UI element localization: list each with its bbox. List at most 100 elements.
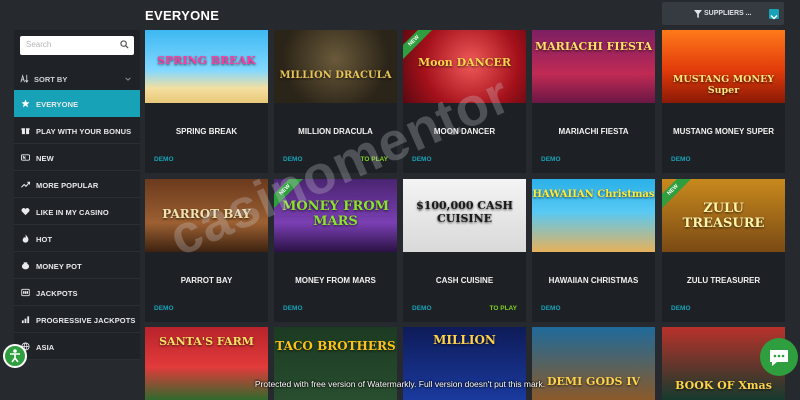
game-title: HAWAIIAN CHRISTMAS [548,276,639,285]
game-card[interactable]: MILLION [403,327,526,400]
sidebar-item-hot[interactable]: HOT [14,225,140,252]
chevron-down-icon [770,15,778,20]
chat-button[interactable] [760,338,798,376]
game-thumbnail[interactable]: MUSTANG MONEY Super [662,30,785,103]
sidebar-item-like-in-my-casino[interactable]: LIKE IN MY CASINO [14,198,140,225]
game-card[interactable]: Moon DANCER NEW MOON DANCER DEMO [403,30,526,173]
progressive-icon [21,316,30,324]
jackpot-icon [21,288,30,297]
game-logo-text: MARIACHI FIESTA [534,40,653,53]
game-thumbnail[interactable]: Moon DANCER NEW [403,30,526,103]
game-thumbnail[interactable]: SPRING BREAK [145,30,268,103]
fire-icon [22,234,29,243]
demo-link[interactable]: DEMO [283,156,303,163]
game-card[interactable]: MUSTANG MONEY Super MUSTANG MONEY SUPER DE… [662,30,785,173]
game-thumbnail[interactable]: MILLION DRACULA [274,30,397,103]
game-logo-text: $100,000 CASH CUISINE [416,199,513,225]
game-card[interactable]: SANTA'S FARM [145,327,268,400]
game-thumbnail[interactable]: $100,000 CASH CUISINE [403,179,526,252]
sidebar: Search SORT BY EVERYONE PLAY WITH YOUR BO… [14,30,140,360]
sidebar-item-label: EVERYONE [36,100,79,109]
demo-link[interactable]: DEMO [671,305,691,312]
page-title: EVERYONE [145,8,220,23]
sidebar-item-jackpots[interactable]: JACKPOTS [14,279,140,306]
demo-link[interactable]: DEMO [412,305,432,312]
sidebar-item-new[interactable]: NEW [14,144,140,171]
money-pot-icon [21,262,30,270]
game-card[interactable]: MILLION DRACULA MILLION DRACULA DEMO TO PLA… [274,30,397,173]
game-thumbnail[interactable]: ZULU TREASURE NEW [662,179,785,252]
game-title: SPRING BREAK [175,127,238,136]
game-card[interactable]: ZULU TREASURE NEW ZULU TREASURER DEMO [662,179,785,322]
game-thumbnail[interactable]: DEMI GODS IV [532,327,655,400]
game-card[interactable]: SPRING BREAK SPRING BREAK DEMO [145,30,268,173]
game-logo-text: Moon DANCER [417,56,512,69]
game-thumbnail[interactable]: HAWAIIAN Christmas [532,179,655,252]
game-artwork [274,327,397,400]
game-artwork [274,30,397,103]
sidebar-item-label: PLAY WITH YOUR BONUS [36,127,132,136]
suppliers-filter[interactable]: SUPPLIERS ... [662,2,784,25]
demo-link[interactable]: DEMO [671,156,691,163]
game-card[interactable]: DEMI GODS IV [532,327,655,400]
game-thumbnail[interactable]: MONEY FROM MARS NEW [274,179,397,252]
demo-link[interactable]: DEMO [283,305,303,312]
category-menu: EVERYONE PLAY WITH YOUR BONUS NEW MORE POPU… [14,90,140,360]
to-play-link[interactable]: TO PLAY [490,305,517,312]
game-logo-text: TACO BROTHERS [275,339,396,353]
sidebar-item-label: PROGRESSIVE JACKPOTS [36,316,136,325]
sidebar-item-progressive-jackpots[interactable]: PROGRESSIVE JACKPOTS [14,306,140,333]
game-thumbnail[interactable]: MARIACHI FIESTA [532,30,655,103]
game-card[interactable]: HAWAIIAN Christmas HAWAIIAN CHRISTMAS DEMO [532,179,655,322]
game-card[interactable]: TACO BROTHERS [274,327,397,400]
game-card[interactable]: MONEY FROM MARS NEW MONEY FROM MARS DEMO [274,179,397,322]
game-card[interactable]: MARIACHI FIESTA MARIACHI FIESTA DEMO [532,30,655,173]
search-placeholder: Search [26,40,52,49]
sidebar-item-more-popular[interactable]: MORE POPULAR [14,171,140,198]
sidebar-item-label: NEW [36,154,54,163]
demo-link[interactable]: DEMO [541,156,561,163]
game-logo-text: SANTA'S FARM [159,335,254,348]
game-thumbnail[interactable]: PARROT BAY [145,179,268,252]
trending-icon [21,181,30,188]
demo-link[interactable]: DEMO [412,156,432,163]
sidebar-item-label: ASIA [36,343,55,352]
sort-by-label: SORT BY [34,75,68,84]
demo-link[interactable]: DEMO [154,305,174,312]
sidebar-item-everyone[interactable]: EVERYONE [14,90,140,117]
game-title: MONEY FROM MARS [295,276,376,285]
sidebar-item-play-with-your-bonus[interactable]: PLAY WITH YOUR BONUS [14,117,140,144]
sidebar-item-label: HOT [36,235,53,244]
new-icon [21,154,30,161]
sidebar-item-asia[interactable]: ASIA [14,333,140,360]
game-card[interactable]: PARROT BAY PARROT BAY DEMO [145,179,268,322]
game-logo-text: MILLION [433,333,496,347]
demo-link[interactable]: DEMO [541,305,561,312]
game-thumbnail[interactable]: TACO BROTHERS [274,327,397,400]
accessibility-icon [10,349,20,363]
game-logo-text: ZULU TREASURE [682,201,765,231]
chat-icon [770,350,788,366]
game-thumbnail[interactable]: MILLION [403,327,526,400]
search-icon[interactable] [120,40,129,49]
game-logo-text: SPRING BREAK [157,54,256,67]
game-title: MARIACHI FIESTA [558,127,629,136]
accessibility-button[interactable] [3,344,27,368]
game-card[interactable]: $100,000 CASH CUISINE CASH CUISINE DEMO TO … [403,179,526,322]
suppliers-dropdown-toggle[interactable] [769,9,779,20]
game-grid: SPRING BREAK SPRING BREAK DEMO MILLION DRAC… [145,30,785,400]
sidebar-item-label: MORE POPULAR [36,181,99,190]
game-thumbnail[interactable]: SANTA'S FARM [145,327,268,400]
search-input[interactable]: Search [20,36,134,55]
game-logo-text: HAWAIIAN Christmas [532,189,655,200]
watermark-notice: Protected with free version of Watermark… [254,379,546,389]
game-logo-text: MONEY FROM MARS [281,199,390,229]
sort-by-toggle[interactable]: SORT BY [14,68,140,90]
gift-icon [21,128,30,135]
sidebar-item-money-pot[interactable]: MONEY POT [14,252,140,279]
chevron-down-icon [125,77,131,81]
to-play-link[interactable]: TO PLAY [361,156,388,163]
game-title: PARROT BAY [180,276,233,285]
demo-link[interactable]: DEMO [154,156,174,163]
game-logo-text: PARROT BAY [162,207,251,221]
